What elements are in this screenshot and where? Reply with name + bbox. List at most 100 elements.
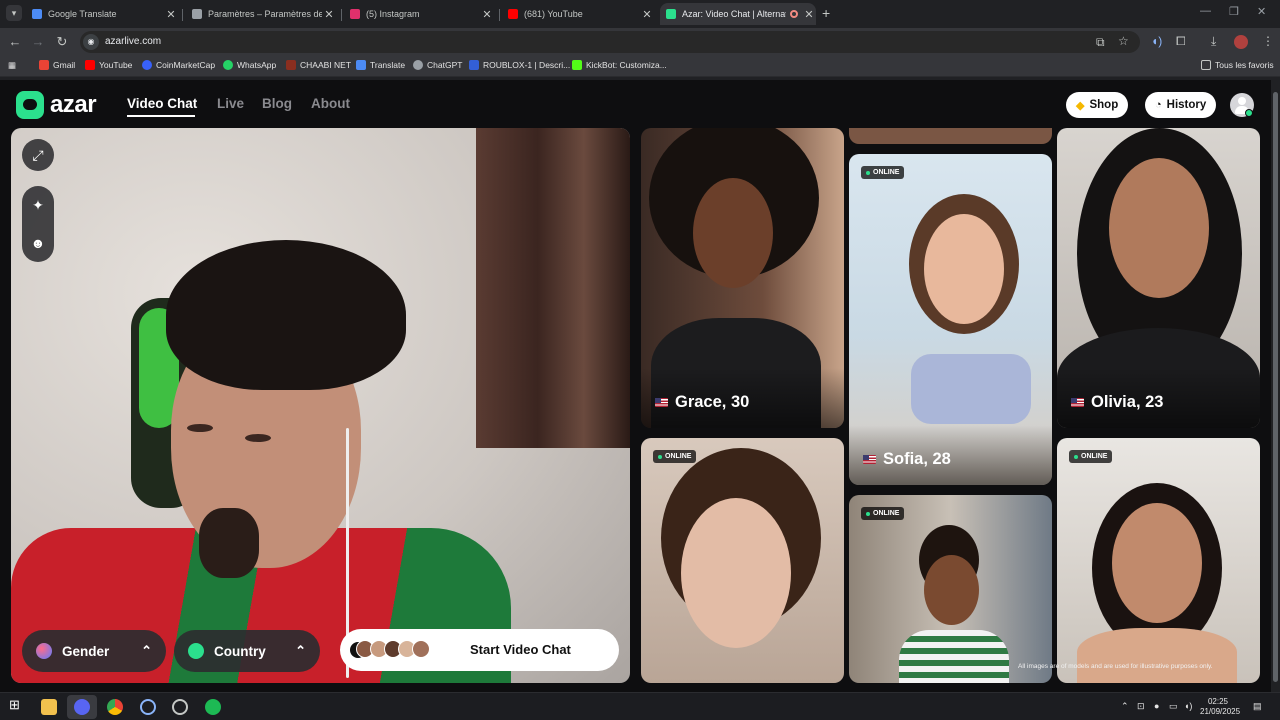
scrollbar-thumb[interactable] (1273, 92, 1278, 682)
bookmark-star-icon[interactable]: ☆ (1118, 34, 1129, 48)
profile-card-grace[interactable]: Grace, 30 (641, 128, 844, 428)
country-filter[interactable]: Country ⌃ (174, 630, 320, 672)
extensions-icon[interactable]: ⧠ (1176, 34, 1186, 49)
tray-chevron-icon[interactable]: ⌃ (1121, 701, 1129, 712)
online-label: ONLINE (665, 453, 692, 460)
forward-icon[interactable]: → (30, 34, 46, 49)
tab-instagram[interactable]: (5) Instagram ✕ (346, 3, 494, 25)
windows-start-icon[interactable]: ⊞ (9, 697, 25, 713)
close-tab-icon[interactable]: ✕ (480, 8, 494, 21)
notifications-icon[interactable]: ▤ (1253, 701, 1262, 712)
bookmark-coinmarketcap[interactable]: CoinMarketCap (142, 60, 215, 70)
face-filter-icon[interactable]: ☻ (22, 224, 54, 262)
download-icon[interactable]: ⤓ (1211, 34, 1216, 49)
gear-icon (192, 9, 202, 19)
profile-card-sofia[interactable]: ONLINE Sofia, 28 (849, 154, 1052, 485)
start-video-chat-label: Start Video Chat (470, 642, 571, 657)
start-video-chat-button[interactable]: Start Video Chat (340, 629, 619, 671)
history-button[interactable]: ◔ History (1145, 92, 1217, 118)
profile-name: Sofia, 28 (863, 450, 951, 469)
chrome-icon[interactable] (107, 699, 123, 715)
gender-filter[interactable]: Gender ⌃ (22, 630, 166, 672)
back-icon[interactable]: ← (7, 34, 23, 49)
spotify-icon[interactable] (205, 699, 221, 715)
tab-azar[interactable]: Azar: Video Chat | Alternati ✕ (660, 3, 816, 25)
chatgpt-icon (413, 60, 423, 70)
address-bar[interactable]: ◉ azarlive.com ⧉ ☆ (80, 31, 1140, 53)
expand-icon: ⤢ (32, 147, 44, 163)
reload-icon[interactable]: ↻ (54, 34, 70, 50)
gmail-icon (39, 60, 49, 70)
install-app-icon[interactable]: ⧉ (1096, 35, 1105, 50)
clock-icon: ◔ (1155, 99, 1162, 111)
profile-name-text: Grace, 30 (675, 393, 750, 411)
kickbot-icon (572, 60, 582, 70)
clock-date: 21/09/2025 (1200, 707, 1241, 716)
bookmark-kickbot[interactable]: KickBot: Customiza... (572, 60, 667, 70)
bookmark-chaabi-net[interactable]: CHAABI NET (286, 60, 351, 70)
apps-icon[interactable]: ▦ (8, 60, 16, 71)
history-label: History (1166, 99, 1207, 111)
close-tab-icon[interactable]: ✕ (322, 8, 336, 21)
online-badge: ONLINE (861, 166, 905, 179)
bookmark-roublox[interactable]: ROUBLOX-1 | Descri... (469, 60, 570, 70)
bookmark-label: KickBot: Customiza... (586, 60, 667, 70)
shop-button[interactable]: ◆ Shop (1066, 92, 1129, 118)
bookmark-chatgpt[interactable]: ChatGPT (413, 60, 462, 70)
nav-about[interactable]: About (311, 96, 350, 111)
chaabi-icon (286, 60, 296, 70)
bookmark-translate[interactable]: Translate (356, 60, 405, 70)
menu-icon[interactable]: ⋮ (1262, 34, 1274, 48)
close-tab-icon[interactable]: ✕ (640, 8, 654, 21)
discord-icon[interactable] (74, 699, 90, 715)
profile-card[interactable]: ONLINE (849, 495, 1052, 683)
new-tab-button[interactable]: + (822, 5, 830, 21)
microphone-icon[interactable]: ● (1154, 701, 1159, 711)
system-clock[interactable]: 02:25 21/09/2025 (1200, 697, 1241, 717)
user-avatars-stack (356, 640, 430, 658)
globe-icon (188, 643, 204, 659)
tab-google-translate[interactable]: Google Translate ✕ (28, 3, 178, 25)
profile-avatar[interactable] (1234, 35, 1248, 49)
profile-card-partial[interactable] (849, 128, 1052, 144)
app-ring-icon[interactable] (140, 699, 156, 715)
site-info-icon[interactable]: ◉ (83, 34, 99, 50)
bookmark-youtube[interactable]: YouTube (85, 60, 132, 70)
profile-card-olivia[interactable]: Olivia, 23 (1057, 128, 1260, 428)
bookmark-gmail[interactable]: Gmail (39, 60, 75, 70)
tab-title: Paramètres – Paramètres des sit (208, 9, 322, 19)
url-text[interactable]: azarlive.com (105, 36, 161, 47)
page-scrollbar[interactable] (1271, 80, 1280, 692)
audio-icon[interactable]: ◖) (1151, 34, 1162, 48)
file-explorer-icon[interactable] (41, 699, 57, 715)
tray-app-icon[interactable]: ⊡ (1137, 701, 1145, 712)
bookmarks-bar: ▦ Gmail YouTube CoinMarketCap WhatsApp C… (0, 56, 1280, 77)
steam-icon[interactable] (172, 699, 188, 715)
profile-card[interactable]: ONLINE (641, 438, 844, 683)
online-label: ONLINE (873, 510, 900, 517)
close-tab-icon[interactable]: ✕ (164, 8, 178, 21)
azar-logo[interactable]: azar (16, 91, 97, 119)
fullscreen-button[interactable]: ⤢ (22, 139, 54, 171)
country-label: Country (214, 643, 266, 659)
tab-youtube[interactable]: (681) YouTube ✕ (504, 3, 654, 25)
nav-video-chat[interactable]: Video Chat (127, 96, 197, 111)
sparkle-effects-icon[interactable]: ✦ (22, 186, 54, 224)
network-icon[interactable]: ▭ (1169, 701, 1178, 712)
bookmark-whatsapp[interactable]: WhatsApp (223, 60, 276, 70)
close-window-icon[interactable]: ✕ (1257, 5, 1266, 18)
tab-settings[interactable]: Paramètres – Paramètres des sit ✕ (188, 3, 336, 25)
nav-live[interactable]: Live (217, 96, 244, 111)
profile-card[interactable]: ONLINE (1057, 438, 1260, 683)
all-bookmarks-label: Tous les favoris (1215, 60, 1274, 70)
all-bookmarks[interactable]: Tous les favoris (1201, 60, 1274, 70)
volume-icon[interactable]: ◖) (1184, 701, 1192, 711)
close-tab-icon[interactable]: ✕ (802, 8, 816, 21)
restore-icon[interactable]: ❐ (1229, 5, 1239, 18)
tab-search-button[interactable]: ▾ (6, 5, 22, 21)
gender-label: Gender (62, 643, 110, 659)
minimize-icon[interactable]: — (1200, 5, 1211, 17)
us-flag-icon (655, 398, 668, 407)
profile-name-text: Sofia, 28 (883, 450, 951, 468)
nav-blog[interactable]: Blog (262, 96, 292, 111)
